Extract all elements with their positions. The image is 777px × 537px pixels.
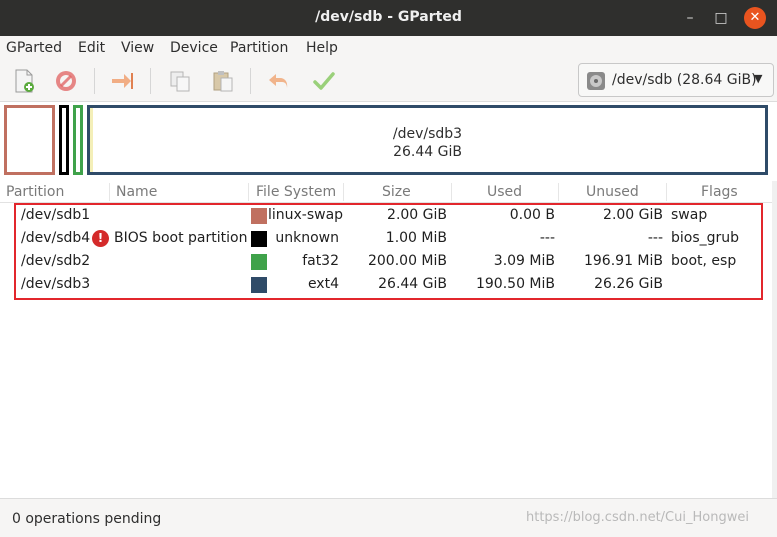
- device-selector-value: /dev/sdb (28.64 GiB): [612, 72, 757, 88]
- cell-partition: /dev/sdb2: [21, 253, 91, 269]
- toolbar-separator: [150, 68, 151, 94]
- menu-device[interactable]: Device: [170, 40, 218, 56]
- cell-partition: /dev/sdb4: [21, 230, 91, 246]
- graphic-partition-label: /dev/sdb3 26.44 GiB: [90, 125, 765, 161]
- cell-name: BIOS boot partition: [114, 230, 248, 246]
- menu-gparted[interactable]: GParted: [6, 40, 62, 56]
- menu-edit[interactable]: Edit: [78, 40, 105, 56]
- undo-icon[interactable]: [266, 68, 292, 94]
- cell-used: 190.50 MiB: [475, 276, 555, 292]
- column-separator: [109, 183, 110, 201]
- chevron-down-icon: ▼: [754, 72, 763, 85]
- cell-filesystem: fat32: [302, 253, 339, 269]
- menu-view[interactable]: View: [121, 40, 154, 56]
- table-row[interactable]: /dev/sdb4 ! BIOS boot partition unknown …: [0, 227, 777, 250]
- cell-filesystem: ext4: [307, 276, 339, 292]
- copy-icon[interactable]: [167, 68, 193, 94]
- cell-used: 0.00 B: [509, 207, 555, 223]
- close-button[interactable]: ✕: [744, 7, 766, 29]
- title-bar: /dev/sdb - GParted – □ ✕: [0, 0, 777, 36]
- cell-flags: boot, esp: [671, 253, 737, 269]
- delete-icon[interactable]: [53, 68, 79, 94]
- column-separator: [558, 183, 559, 201]
- cell-partition: /dev/sdb3: [21, 276, 91, 292]
- menu-bar: GParted Edit View Device Partition Help: [0, 36, 777, 62]
- table-header: Partition Name File System Size Used Unu…: [0, 181, 777, 203]
- column-separator: [343, 183, 344, 201]
- column-header-flags[interactable]: Flags: [701, 184, 738, 200]
- column-header-used[interactable]: Used: [487, 184, 522, 200]
- watermark-text: https://blog.csdn.net/Cui_Hongwei: [526, 510, 749, 525]
- cell-filesystem: unknown: [275, 230, 339, 246]
- cell-size: 1.00 MiB: [385, 230, 447, 246]
- cell-unused: 196.91 MiB: [583, 253, 663, 269]
- apply-icon[interactable]: [311, 68, 337, 94]
- cell-size: 2.00 GiB: [387, 207, 447, 223]
- table-row[interactable]: /dev/sdb2 fat32 200.00 MiB 3.09 MiB 196.…: [0, 250, 777, 273]
- filesystem-color-swatch: [251, 277, 267, 293]
- resize-move-icon[interactable]: [109, 68, 135, 94]
- cell-partition: /dev/sdb1: [21, 207, 91, 223]
- graphic-partition-sdb2[interactable]: [73, 105, 83, 175]
- cell-size: 200.00 MiB: [367, 253, 447, 269]
- column-separator: [451, 183, 452, 201]
- toolbar-separator: [94, 68, 95, 94]
- toolbar-separator: [250, 68, 251, 94]
- device-selector[interactable]: /dev/sdb (28.64 GiB) ▼: [578, 63, 774, 97]
- menu-help[interactable]: Help: [306, 40, 338, 56]
- new-partition-icon[interactable]: [11, 68, 37, 94]
- table-row[interactable]: /dev/sdb1 linux-swap 2.00 GiB 0.00 B 2.0…: [0, 204, 777, 227]
- cell-flags: bios_grub: [671, 230, 740, 246]
- column-header-name[interactable]: Name: [116, 184, 157, 200]
- cell-filesystem: linux-swap: [268, 207, 344, 223]
- disk-icon: [586, 71, 606, 91]
- filesystem-color-swatch: [251, 231, 267, 247]
- column-separator: [248, 183, 249, 201]
- window-title: /dev/sdb - GParted: [315, 9, 462, 25]
- graphic-partition-sdb1[interactable]: [4, 105, 55, 175]
- status-text: 0 operations pending: [12, 511, 162, 527]
- cell-used: 3.09 MiB: [493, 253, 555, 269]
- partition-graphic: /dev/sdb3 26.44 GiB: [0, 103, 777, 179]
- table-row[interactable]: /dev/sdb3 ext4 26.44 GiB 190.50 MiB 26.2…: [0, 273, 777, 296]
- status-bar: 0 operations pending https://blog.csdn.n…: [0, 498, 777, 537]
- scrollbar-track[interactable]: [772, 181, 777, 498]
- cell-size: 26.44 GiB: [378, 276, 447, 292]
- graphic-partition-sdb3[interactable]: /dev/sdb3 26.44 GiB: [87, 105, 768, 175]
- column-header-filesystem[interactable]: File System: [256, 184, 336, 200]
- graphic-partition-sdb4[interactable]: [59, 105, 69, 175]
- cell-unused: 26.26 GiB: [594, 276, 663, 292]
- maximize-button[interactable]: □: [711, 8, 731, 28]
- cell-used: ---: [539, 230, 555, 246]
- graphic-partition-name: /dev/sdb3: [392, 126, 463, 142]
- cell-unused: ---: [647, 230, 663, 246]
- minimize-button[interactable]: –: [680, 8, 700, 28]
- paste-icon[interactable]: [210, 68, 236, 94]
- cell-unused: 2.00 GiB: [603, 207, 663, 223]
- column-header-size[interactable]: Size: [382, 184, 411, 200]
- filesystem-color-swatch: [251, 208, 267, 224]
- column-separator: [666, 183, 667, 201]
- column-header-partition[interactable]: Partition: [6, 184, 64, 200]
- column-header-unused[interactable]: Unused: [586, 184, 639, 200]
- graphic-partition-size: 26.44 GiB: [393, 144, 462, 160]
- warning-icon[interactable]: !: [92, 230, 109, 247]
- cell-flags: swap: [671, 207, 708, 223]
- menu-partition[interactable]: Partition: [230, 40, 288, 56]
- filesystem-color-swatch: [251, 254, 267, 270]
